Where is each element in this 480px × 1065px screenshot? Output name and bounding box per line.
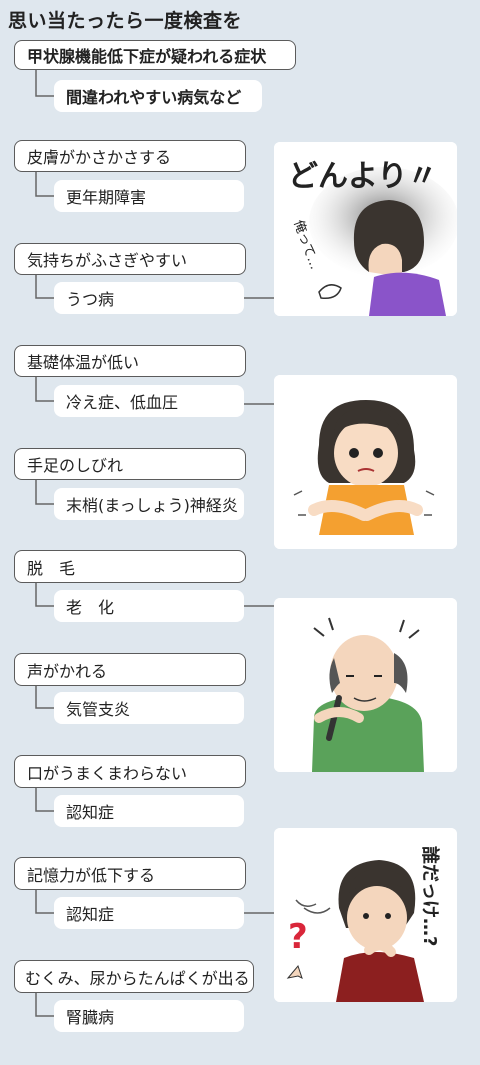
disease-box: 認知症 bbox=[54, 795, 244, 827]
symptom-box: 手足のしびれ bbox=[14, 448, 246, 480]
symptom-label: むくみ、尿からたんぱくが出る bbox=[25, 968, 250, 988]
illustration-forgetful-man: 誰だっけ…? ? bbox=[274, 828, 457, 1002]
illustration-cold-woman bbox=[274, 375, 457, 549]
symptom-label: 気持ちがふさぎやすい bbox=[27, 251, 188, 270]
symptom-box: 脱 毛 bbox=[14, 550, 246, 583]
disease-box: 末梢(まっしょう)神経炎 bbox=[54, 488, 244, 520]
symptom-label: 手足のしびれ bbox=[27, 456, 124, 475]
symptom-label: 記憶力が低下する bbox=[27, 865, 156, 885]
question-mark: ? bbox=[288, 917, 308, 957]
disease-label: 腎臓病 bbox=[66, 1008, 115, 1027]
disease-label: 更年期障害 bbox=[66, 188, 147, 207]
symptom-box: 記憶力が低下する bbox=[14, 857, 246, 890]
symptom-box: 皮膚がかさかさする bbox=[14, 140, 246, 172]
header-main-box: 甲状腺機能低下症が疑われる症状 bbox=[14, 40, 296, 70]
disease-label: 気管支炎 bbox=[66, 700, 131, 719]
symptom-label: 皮膚がかさかさする bbox=[27, 148, 172, 167]
illustration-gloomy-man: どんより〃 俺って… bbox=[274, 142, 457, 316]
symptom-label: 口がうまくまわらない bbox=[27, 763, 188, 783]
disease-box: 老 化 bbox=[54, 590, 244, 622]
symptom-box: むくみ、尿からたんぱくが出る bbox=[14, 960, 254, 993]
symptom-box: 気持ちがふさぎやすい bbox=[14, 243, 246, 275]
symptom-box: 口がうまくまわらない bbox=[14, 755, 246, 788]
disease-box: 腎臓病 bbox=[54, 1000, 244, 1032]
symptom-label: 脱 毛 bbox=[27, 558, 76, 578]
disease-label: 認知症 bbox=[66, 905, 115, 924]
header-sub-box: 間違われやすい病気など bbox=[54, 80, 262, 112]
symptom-label: 声がかれる bbox=[27, 661, 108, 681]
symptom-box: 声がかれる bbox=[14, 653, 246, 686]
disease-box: 冷え症、低血圧 bbox=[54, 385, 244, 417]
symptom-label: 基礎体温が低い bbox=[27, 353, 140, 372]
disease-box: 気管支炎 bbox=[54, 692, 244, 724]
symptom-box: 基礎体温が低い bbox=[14, 345, 246, 377]
disease-label: 末梢(まっしょう)神経炎 bbox=[66, 496, 238, 515]
disease-box: 認知症 bbox=[54, 897, 244, 929]
header-main-label: 甲状腺機能低下症が疑われる症状 bbox=[27, 47, 267, 66]
header-sub-label: 間違われやすい病気など bbox=[66, 88, 242, 107]
confused-text: 誰だっけ…? bbox=[419, 846, 441, 946]
disease-box: うつ病 bbox=[54, 282, 244, 314]
disease-box: 更年期障害 bbox=[54, 180, 244, 212]
illustration-old-man bbox=[274, 598, 457, 772]
illustration-caption: どんより〃 bbox=[288, 159, 437, 194]
disease-label: うつ病 bbox=[66, 290, 115, 309]
disease-label: 老 化 bbox=[66, 598, 115, 617]
disease-label: 認知症 bbox=[66, 803, 115, 822]
disease-label: 冷え症、低血圧 bbox=[66, 393, 179, 412]
